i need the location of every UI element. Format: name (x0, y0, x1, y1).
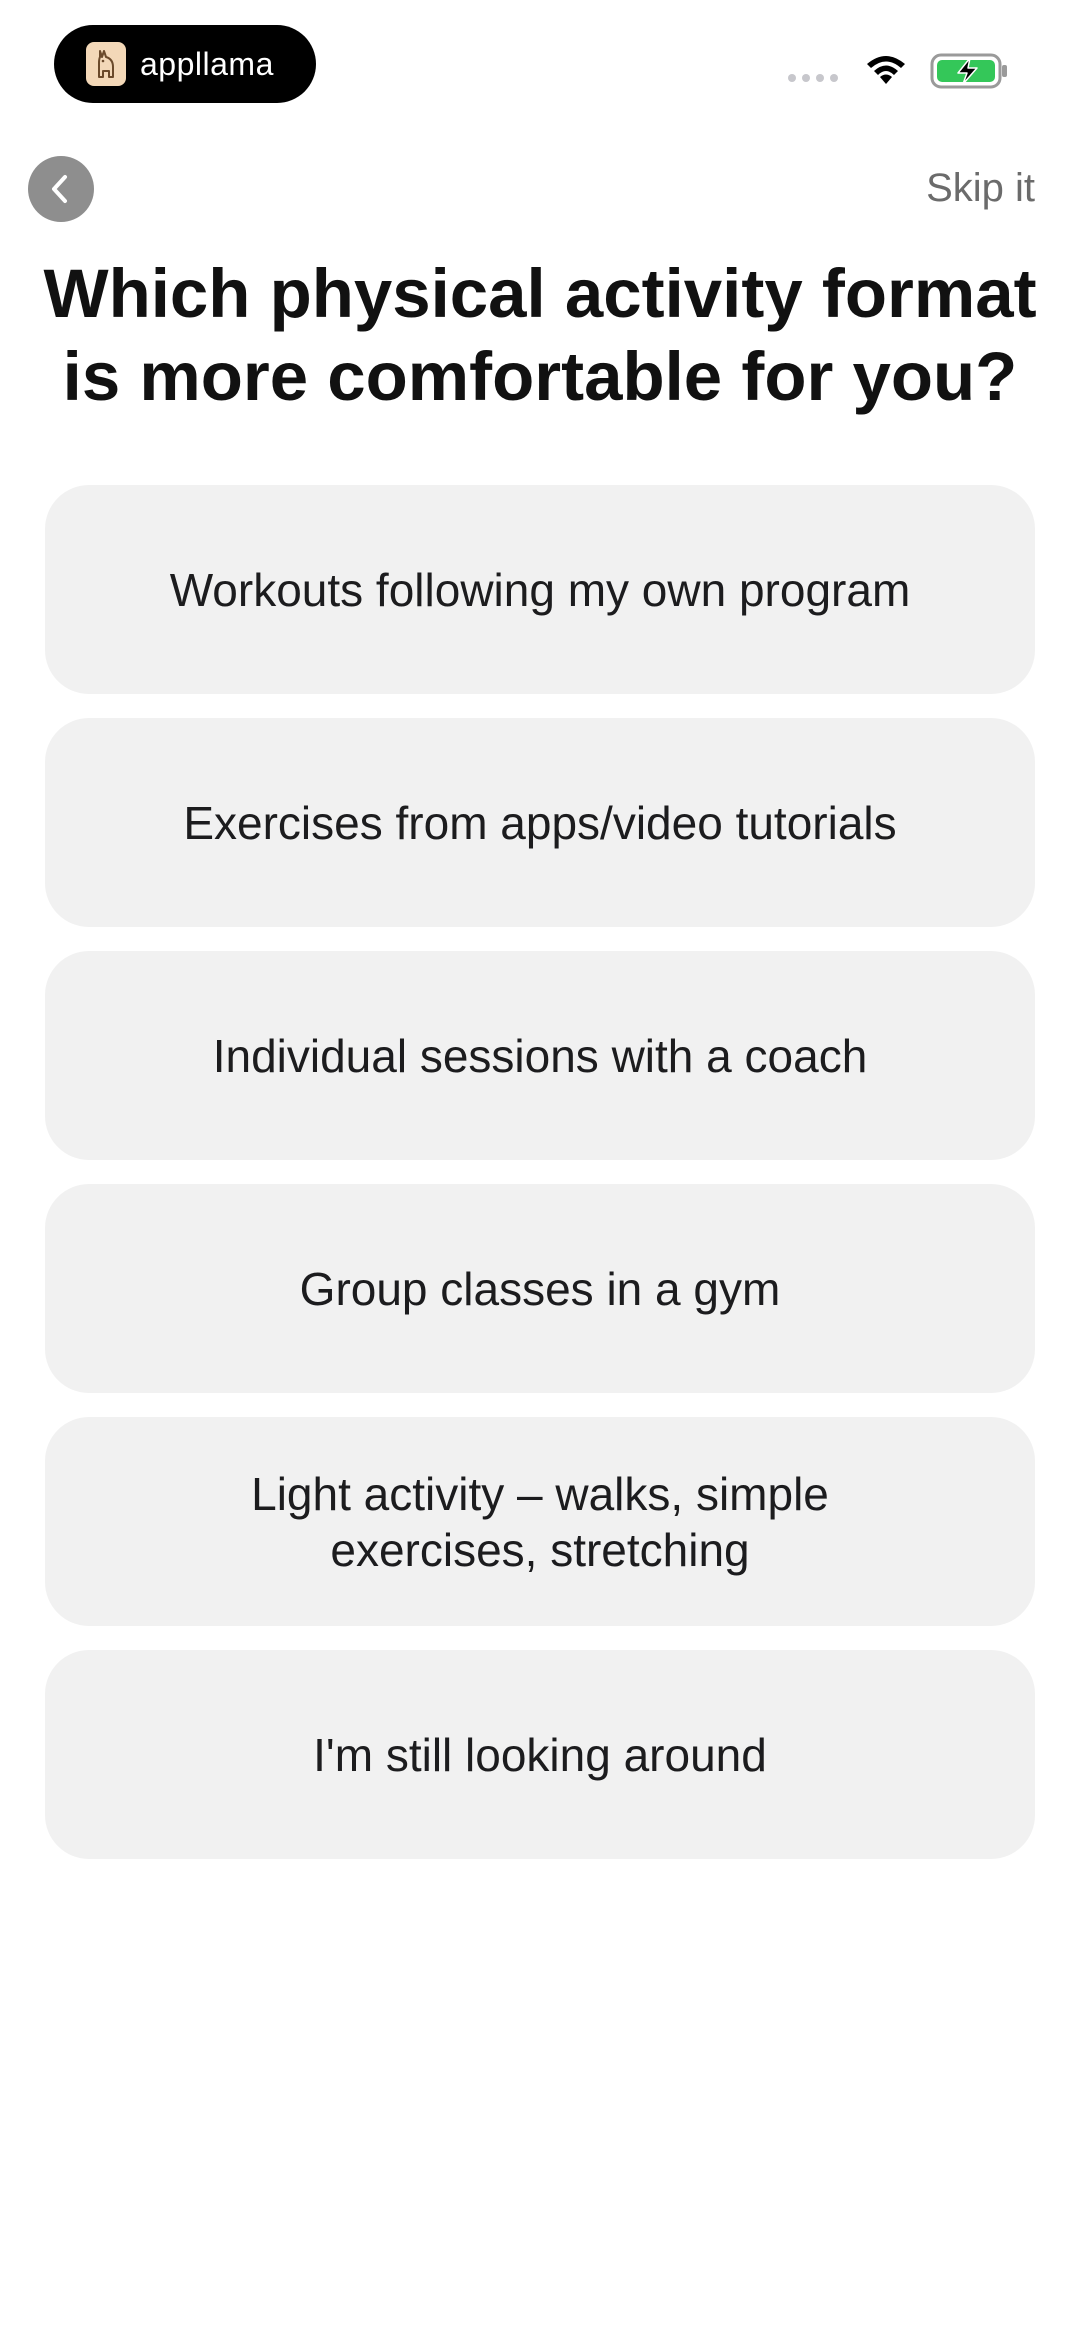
option-label: Individual sessions with a coach (212, 1029, 868, 1082)
option-label: I'm still looking around (313, 1728, 767, 1781)
wifi-icon (867, 56, 905, 84)
status-icons (788, 52, 1010, 90)
option-apps-video[interactable]: Exercises from apps/video tutorials (45, 718, 1035, 927)
option-label: Exercises from apps/video tutorials (183, 796, 897, 849)
option-light-activity[interactable]: Light activity – walks, simple exercises… (45, 1417, 1035, 1626)
answer-options: Workouts following my own program Exerci… (45, 485, 1035, 1859)
option-label: Workouts following my own program (169, 563, 911, 616)
option-group-classes[interactable]: Group classes in a gym (45, 1184, 1035, 1393)
battery-charging-icon (930, 53, 1007, 89)
option-label: Group classes in a gym (299, 1262, 781, 1315)
app-badge: appllama (54, 25, 316, 103)
skip-button[interactable]: Skip it (926, 166, 1035, 211)
option-looking-around[interactable]: I'm still looking around (45, 1650, 1035, 1859)
status-bar: appllama (0, 0, 1080, 130)
question-title: Which physical activity format is more c… (43, 255, 1037, 415)
back-button[interactable] (28, 156, 94, 222)
option-label: Light activity – walks, simple exercises… (251, 1467, 829, 1576)
cellular-signal-icon (788, 74, 838, 82)
llama-logo-icon (86, 42, 126, 86)
option-own-program[interactable]: Workouts following my own program (45, 485, 1035, 694)
option-coach[interactable]: Individual sessions with a coach (45, 951, 1035, 1160)
chevron-left-icon (52, 175, 67, 203)
app-badge-name: appllama (140, 45, 274, 82)
